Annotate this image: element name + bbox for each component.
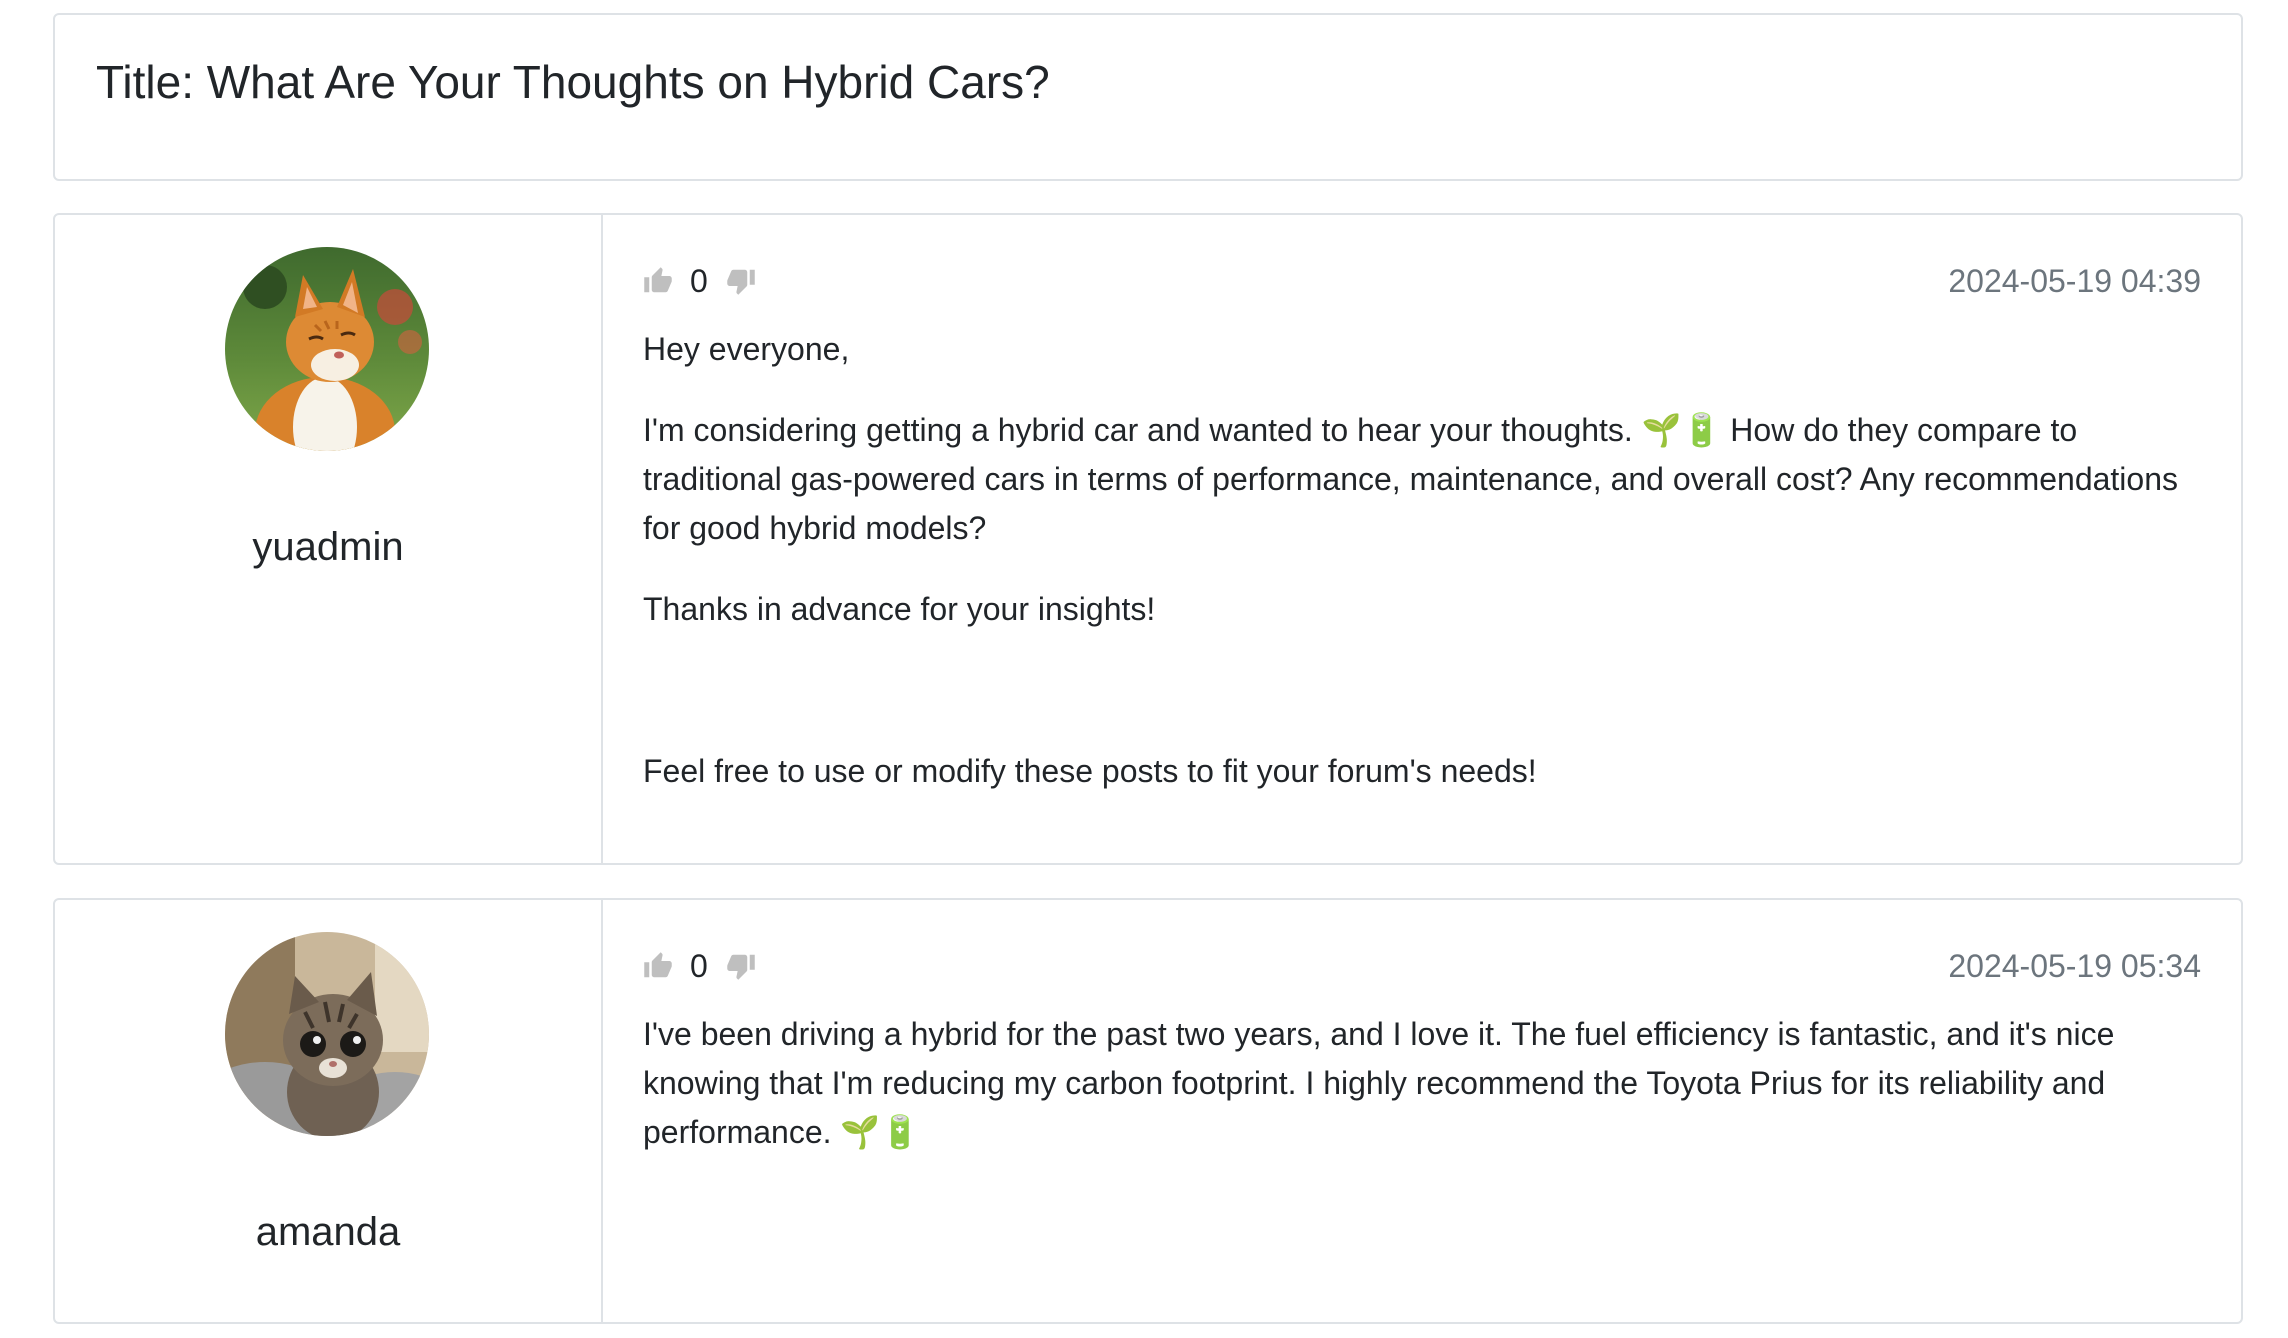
post-timestamp: 2024-05-19 05:34	[1948, 948, 2201, 984]
thumbs-up-icon[interactable]	[643, 951, 673, 981]
post-author-panel: yuadmin	[55, 215, 603, 863]
post-timestamp: 2024-05-19 04:39	[1948, 263, 2201, 299]
post-paragraph: Thanks in advance for your insights!	[643, 591, 1156, 627]
vote-count: 0	[690, 262, 708, 299]
vote-controls: 0	[643, 261, 756, 301]
post-author-panel: amanda	[55, 900, 603, 1322]
vote-controls: 0	[643, 946, 756, 986]
thread-title: Title: What Are Your Thoughts on Hybrid …	[96, 56, 1050, 108]
username[interactable]: amanda	[55, 1210, 601, 1255]
thumbs-down-icon[interactable]	[726, 951, 756, 981]
post-paragraph: I've been driving a hybrid for the past …	[643, 1016, 2115, 1150]
post-paragraph: Feel free to use or modify these posts t…	[643, 753, 1537, 789]
post-paragraph: I'm considering getting a hybrid car and…	[643, 412, 2178, 546]
post-content-panel: 0 2024-05-19 05:34 I've been driving a h…	[643, 900, 2201, 1322]
tabby-kitten-avatar	[225, 932, 429, 1136]
vote-count: 0	[690, 947, 708, 984]
thumbs-up-icon[interactable]	[643, 266, 673, 296]
user-avatar[interactable]	[225, 932, 429, 1136]
orange-tabby-cat-avatar	[225, 247, 429, 451]
post-paragraph: Hey everyone,	[643, 331, 850, 367]
username[interactable]: yuadmin	[55, 525, 601, 570]
thumbs-down-icon[interactable]	[726, 266, 756, 296]
post-card: yuadmin 0 2024-05-19 04:39 Hey everyone,…	[53, 213, 2243, 865]
post-body: Hey everyone, I'm considering getting a …	[643, 325, 2201, 828]
user-avatar[interactable]	[225, 247, 429, 451]
post-body: I've been driving a hybrid for the past …	[643, 1010, 2201, 1189]
post-content-panel: 0 2024-05-19 04:39 Hey everyone, I'm con…	[643, 215, 2201, 863]
post-card: amanda 0 2024-05-19 05:34 I've been driv…	[53, 898, 2243, 1324]
thread-title-card: Title: What Are Your Thoughts on Hybrid …	[53, 13, 2243, 181]
